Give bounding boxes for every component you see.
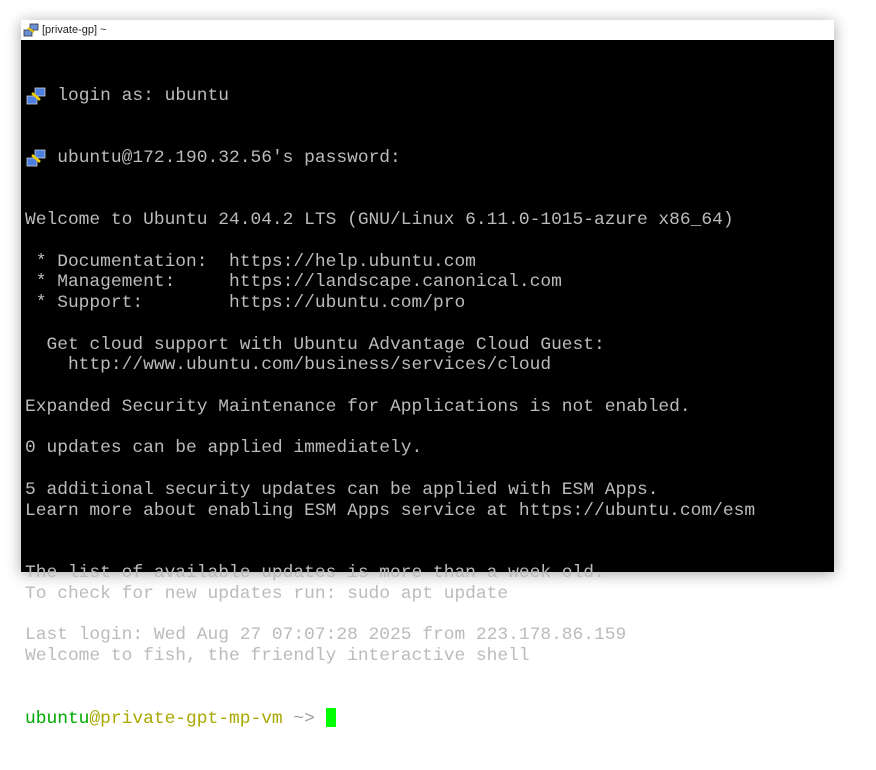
title-bar[interactable]: [private-gp] ~ — [21, 20, 834, 40]
putty-icon — [26, 87, 46, 104]
terminal-line: The list of available updates is more th… — [25, 562, 605, 583]
terminal-line: http://www.ubuntu.com/business/services/… — [25, 355, 552, 376]
putty-icon — [26, 149, 46, 167]
prompt-user: ubuntu — [25, 709, 90, 729]
prompt-line[interactable]: ubuntu@private-gpt-mp-vm ~> — [25, 708, 834, 729]
terminal-line: * Documentation: https://help.ubuntu.com — [25, 251, 476, 272]
terminal-line: Welcome to fish, the friendly interactiv… — [25, 645, 530, 666]
prompt-path: ~> — [282, 709, 326, 729]
terminal-line: To check for new updates run: sudo apt u… — [25, 583, 509, 604]
putty-window: [private-gp] ~ login as: ubuntu ubuntu@1… — [21, 20, 834, 729]
password-line: ubuntu@172.190.32.56's password: — [25, 148, 834, 169]
terminal-line: * Support: https://ubuntu.com/pro — [25, 293, 466, 313]
terminal-line: 5 additional security updates can be app… — [25, 479, 659, 500]
terminal-line: Last login: Wed Aug 27 07:07:28 2025 fro… — [25, 625, 627, 645]
window-title: [private-gp] ~ — [42, 24, 107, 36]
putty-icon — [23, 23, 39, 37]
terminal-line: * Management: https://landscape.canonica… — [25, 272, 562, 293]
prompt-host: @private-gpt-mp-vm — [89, 709, 283, 729]
cursor — [325, 708, 336, 727]
terminal-line: Learn more about enabling ESM Apps servi… — [25, 500, 756, 521]
terminal-line: Expanded Security Maintenance for Applic… — [25, 396, 691, 417]
terminal-line: 0 updates can be applied immediately. — [25, 438, 423, 459]
terminal-line: Welcome to Ubuntu 24.04.2 LTS (GNU/Linux… — [25, 210, 734, 230]
login-line: login as: ubuntu — [25, 86, 834, 107]
terminal-line: Get cloud support with Ubuntu Advantage … — [25, 334, 605, 355]
terminal-output[interactable]: login as: ubuntu ubuntu@172.190.32.56's … — [21, 40, 834, 729]
